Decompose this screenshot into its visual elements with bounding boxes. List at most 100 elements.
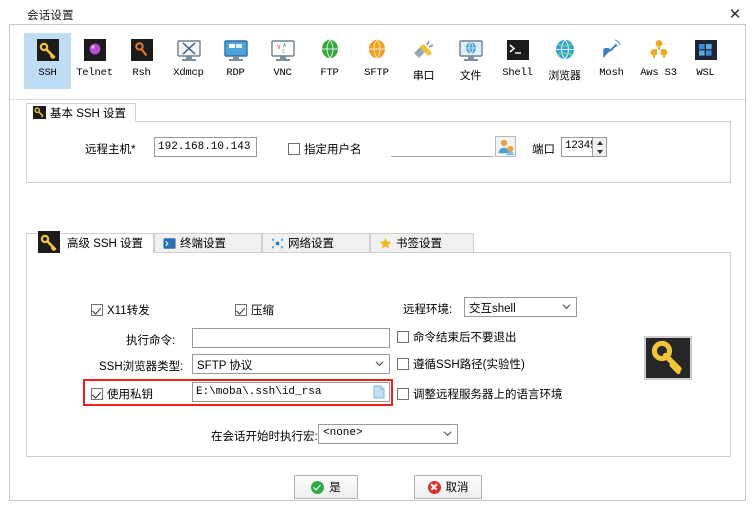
session-type-串口[interactable]: 串口 (400, 33, 447, 89)
session-type-label: SSH (38, 67, 57, 79)
adjust-locale-checkbox[interactable] (397, 388, 409, 400)
compression-row[interactable]: 压缩 (235, 302, 274, 318)
svg-text:V: V (277, 44, 281, 51)
user-picker-button[interactable] (495, 136, 516, 157)
session-type-label: Rsh (132, 67, 151, 79)
sftp-globe-icon (368, 39, 385, 59)
vnc-monitor-icon: V AC (270, 40, 295, 61)
session-type-label: 浏览器 (548, 70, 581, 82)
x11-forwarding-label: X11转发 (107, 305, 150, 317)
tab-advanced-ssh[interactable]: 高级 SSH 设置 (26, 231, 154, 253)
exec-command-label: 执行命令: (126, 335, 176, 347)
shell-console-icon (506, 40, 529, 60)
port-spinner[interactable]: 12345 (561, 137, 607, 157)
chevron-down-icon (562, 304, 571, 310)
no-exit-after-command-row[interactable]: 命令结束后不要退出 (397, 329, 517, 345)
ssh-browser-type-combo[interactable]: SFTP 协议 (192, 354, 390, 374)
compression-label: 压缩 (251, 305, 274, 317)
specify-username-checkbox[interactable] (288, 143, 300, 155)
rdp-monitor-icon (223, 40, 248, 61)
session-type-label: Xdmcp (173, 67, 204, 79)
session-type-label: RDP (226, 67, 245, 79)
advanced-ssh-panel: X11转发 压缩 执行命令: SSH浏览器类型: SFTP 协议 使用私钥 E:… (26, 252, 731, 457)
port-spin-up[interactable] (593, 138, 606, 147)
session-type-ftp[interactable]: FTP (306, 33, 353, 89)
session-type-ssh[interactable]: SSH (24, 33, 71, 89)
session-type-文件[interactable]: 文件 (447, 33, 494, 89)
window-title: 会话设置 (27, 10, 74, 22)
dialog-body: SSH Telnet Rsh Xdmcp RDP V A C VNC FTP SFTP 串口 文件 She… (9, 24, 746, 501)
session-type-vnc[interactable]: V A C VNC (259, 33, 306, 89)
exec-command-input[interactable] (192, 328, 390, 348)
startup-macro-value: <none> (323, 427, 363, 439)
ok-button[interactable]: 是 (294, 475, 358, 499)
tab-label: 高级 SSH 设置 (67, 238, 144, 250)
use-private-key-label: 使用私钥 (107, 389, 153, 401)
session-type-label: VNC (273, 67, 292, 79)
session-settings-dialog: 会话设置 ✕ SSH Telnet Rsh Xdmcp RDP V A C VNC FTP SFTP… (0, 0, 755, 509)
session-type-label: Telnet (76, 67, 113, 79)
compression-checkbox[interactable] (235, 304, 247, 316)
session-type-rsh[interactable]: Rsh (118, 33, 165, 89)
remote-environment-label: 远程环境: (403, 304, 453, 316)
startup-macro-label: 在会话开始时执行宏: (211, 431, 318, 443)
ssh-key-icon (38, 231, 60, 253)
port-spin-buttons[interactable] (592, 138, 606, 156)
tab-bookmark[interactable]: 书签设置 (370, 233, 474, 253)
session-type-wsl[interactable]: WSL (682, 33, 729, 89)
use-private-key-checkbox[interactable] (91, 388, 103, 400)
user-picker-icon (498, 139, 515, 156)
rsh-icon (130, 39, 153, 61)
private-key-path-input[interactable] (192, 382, 390, 402)
session-type-label: Shell (502, 67, 533, 79)
port-label: 端口 (532, 144, 555, 156)
session-type-sftp[interactable]: SFTP (353, 33, 400, 89)
session-type-rdp[interactable]: RDP (212, 33, 259, 89)
use-private-key-row[interactable]: 使用私钥 (91, 386, 153, 402)
browse-file-icon[interactable] (373, 385, 385, 399)
follow-ssh-path-checkbox[interactable] (397, 358, 409, 370)
ssh-key-icon (36, 39, 59, 61)
ftp-globe-icon (321, 39, 338, 59)
session-type-label: 文件 (459, 70, 482, 82)
session-type-telnet[interactable]: Telnet (71, 33, 118, 89)
close-icon[interactable]: ✕ (725, 4, 745, 24)
specify-username-label: 指定用户名 (304, 144, 362, 156)
basic-ssh-group-header: 基本 SSH 设置 (26, 103, 137, 122)
session-type-aws-s3[interactable]: Aws S3 (635, 33, 682, 89)
chevron-down-icon (375, 361, 384, 367)
settings-tabs: 高级 SSH 设置 终端设置 网络设置 书签设置 (26, 231, 731, 253)
username-input[interactable] (391, 137, 493, 157)
follow-ssh-path-label: 遵循SSH路径(实验性) (413, 359, 525, 371)
session-type-浏览器[interactable]: 浏览器 (541, 33, 588, 89)
port-spin-down[interactable] (593, 147, 606, 156)
session-type-mosh[interactable]: Mosh (588, 33, 635, 89)
x11-forwarding-checkbox[interactable] (91, 304, 103, 316)
specify-username-checkbox-row[interactable]: 指定用户名 (288, 141, 362, 157)
startup-macro-combo[interactable]: <none> (318, 424, 458, 444)
basic-ssh-group-title: 基本 SSH 设置 (50, 107, 127, 120)
follow-ssh-path-row[interactable]: 遵循SSH路径(实验性) (397, 356, 525, 372)
remote-host-input[interactable] (154, 137, 257, 157)
remote-host-label: 远程主机* (85, 144, 136, 156)
mosh-dish-icon (602, 39, 621, 58)
x11-forwarding-row[interactable]: X11转发 (91, 302, 150, 318)
no-exit-after-command-checkbox[interactable] (397, 331, 409, 343)
network-icon (271, 238, 284, 248)
tab-terminal[interactable]: 终端设置 (154, 233, 262, 253)
no-exit-after-command-label: 命令结束后不要退出 (413, 332, 517, 344)
tab-label: 书签设置 (396, 238, 442, 250)
tab-label: 网络设置 (288, 238, 334, 250)
ssh-browser-type-value: SFTP 协议 (197, 360, 253, 372)
cancel-button[interactable]: 取消 (414, 475, 482, 499)
tab-network[interactable]: 网络设置 (262, 233, 370, 253)
xdmcp-icon (176, 40, 201, 61)
remote-environment-combo[interactable]: 交互shell (464, 297, 577, 317)
session-type-shell[interactable]: Shell (494, 33, 541, 89)
file-monitor-icon (458, 40, 483, 61)
browser-globe-icon (555, 39, 574, 60)
session-type-list: SSH Telnet Rsh Xdmcp RDP V A C VNC FTP SFTP 串口 文件 She… (24, 33, 729, 89)
session-type-xdmcp[interactable]: Xdmcp (165, 33, 212, 89)
basic-ssh-group: 基本 SSH 设置 远程主机* 指定用户名 端口 12345 (26, 103, 731, 183)
adjust-locale-row[interactable]: 调整远程服务器上的语言环境 (397, 386, 563, 402)
